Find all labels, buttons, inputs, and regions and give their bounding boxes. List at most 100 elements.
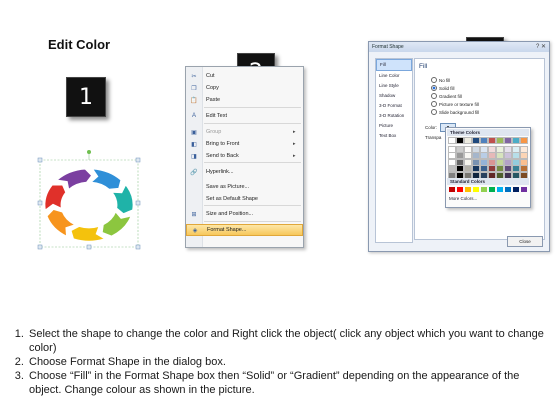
nav-item[interactable]: Fill [376,59,412,71]
radio-icon[interactable] [431,93,437,99]
color-swatch[interactable] [496,158,504,166]
menu-item[interactable]: Save as Picture... [186,181,303,193]
color-swatch[interactable] [512,158,520,166]
menu-item[interactable]: ◧ Bring to Front ▸ [186,138,303,150]
color-swatch[interactable] [504,137,512,144]
color-swatch[interactable] [496,165,504,172]
menu-item[interactable]: ❐ Copy [186,82,303,94]
dialog-close-icon[interactable]: ? ✕ [536,43,546,50]
color-swatch[interactable] [488,152,496,159]
fill-option[interactable]: No fill [431,77,450,83]
nav-item[interactable]: Shadow [376,91,412,101]
color-swatch[interactable] [496,152,504,159]
color-swatch[interactable] [512,137,520,144]
color-swatch[interactable] [456,165,464,172]
color-swatch[interactable] [480,137,488,144]
fill-option[interactable]: Solid fill [431,85,455,91]
color-swatch[interactable] [472,158,480,166]
color-swatch[interactable] [472,145,480,153]
color-swatch[interactable] [496,171,504,179]
color-swatch[interactable] [504,165,512,172]
standard-color-swatch[interactable] [497,187,503,192]
color-swatch[interactable] [456,145,464,153]
color-swatch[interactable] [480,165,488,172]
menu-item[interactable]: ▣ Group ▸ [186,126,303,138]
nav-item[interactable]: Line Style [376,81,412,91]
ring-arrow-segment[interactable] [111,184,134,215]
color-swatch[interactable] [504,171,512,179]
ring-arrow-segment[interactable] [46,209,76,237]
color-swatch[interactable] [448,152,456,159]
menu-item[interactable]: 🔗 Hyperlink... [186,166,303,178]
color-swatch[interactable] [480,145,488,153]
menu-item[interactable]: A Edit Text [186,110,303,122]
color-swatch[interactable] [504,152,512,159]
standard-color-swatch[interactable] [465,187,471,192]
color-swatch[interactable] [488,171,496,179]
standard-color-swatch[interactable] [449,187,455,192]
color-swatch[interactable] [448,145,456,153]
fill-option[interactable]: Slide background fill [431,109,479,115]
color-swatch[interactable] [520,137,528,144]
color-swatch[interactable] [488,137,496,144]
standard-color-swatch[interactable] [513,187,519,192]
color-swatch[interactable] [512,145,520,153]
color-swatch[interactable] [464,171,472,179]
menu-item[interactable]: 📋 Paste [186,94,303,106]
menu-item[interactable]: ◈ Format Shape... [186,224,303,236]
color-swatch[interactable] [456,152,464,159]
color-swatch[interactable] [472,165,480,172]
color-swatch[interactable] [456,137,464,144]
standard-color-swatch[interactable] [481,187,487,192]
color-swatch[interactable] [448,171,456,179]
ring-arrow-segment[interactable] [70,225,106,242]
color-swatch[interactable] [480,171,488,179]
color-swatch[interactable] [448,137,456,144]
color-swatch[interactable] [464,165,472,172]
more-colors-link[interactable]: More Colors... [449,196,477,201]
ring-arrow-segment[interactable] [44,184,67,211]
nav-item[interactable]: Text Box [376,131,412,141]
standard-color-swatch[interactable] [473,187,479,192]
standard-color-swatch[interactable] [489,187,495,192]
color-swatch[interactable] [504,158,512,166]
color-swatch[interactable] [520,145,528,153]
color-swatch[interactable] [504,145,512,153]
color-swatch[interactable] [480,152,488,159]
color-swatch[interactable] [512,152,520,159]
radio-icon[interactable] [431,109,437,115]
color-swatch[interactable] [520,165,528,172]
color-swatch[interactable] [456,158,464,166]
color-swatch[interactable] [488,145,496,153]
color-swatch[interactable] [464,145,472,153]
fill-option[interactable]: Gradient fill [431,93,462,99]
color-swatch[interactable] [512,171,520,179]
fill-option[interactable]: Picture or texture fill [431,101,479,107]
color-swatch[interactable] [464,137,472,144]
color-swatch[interactable] [496,137,504,144]
color-swatch[interactable] [472,137,480,144]
color-swatch[interactable] [480,158,488,166]
color-swatch[interactable] [464,158,472,166]
nav-item[interactable]: Picture [376,121,412,131]
ring-arrow-segment[interactable] [90,168,122,190]
radio-icon[interactable] [431,85,437,91]
color-swatch[interactable] [488,165,496,172]
radio-icon[interactable] [431,77,437,83]
color-swatch[interactable] [496,145,504,153]
color-swatch[interactable] [448,158,456,166]
color-swatch[interactable] [456,171,464,179]
menu-item[interactable]: Set as Default Shape [186,193,303,205]
color-swatch[interactable] [448,165,456,172]
color-swatch[interactable] [520,158,528,166]
nav-item[interactable]: Line Color [376,71,412,81]
standard-color-swatch[interactable] [521,187,527,192]
color-swatch[interactable] [464,152,472,159]
color-swatch[interactable] [520,171,528,179]
circular-arrow-ring[interactable] [34,150,144,252]
color-swatch[interactable] [472,171,480,179]
color-swatch[interactable] [472,152,480,159]
ring-arrow-segment[interactable] [101,211,132,237]
radio-icon[interactable] [431,101,437,107]
color-swatch[interactable] [520,152,528,159]
